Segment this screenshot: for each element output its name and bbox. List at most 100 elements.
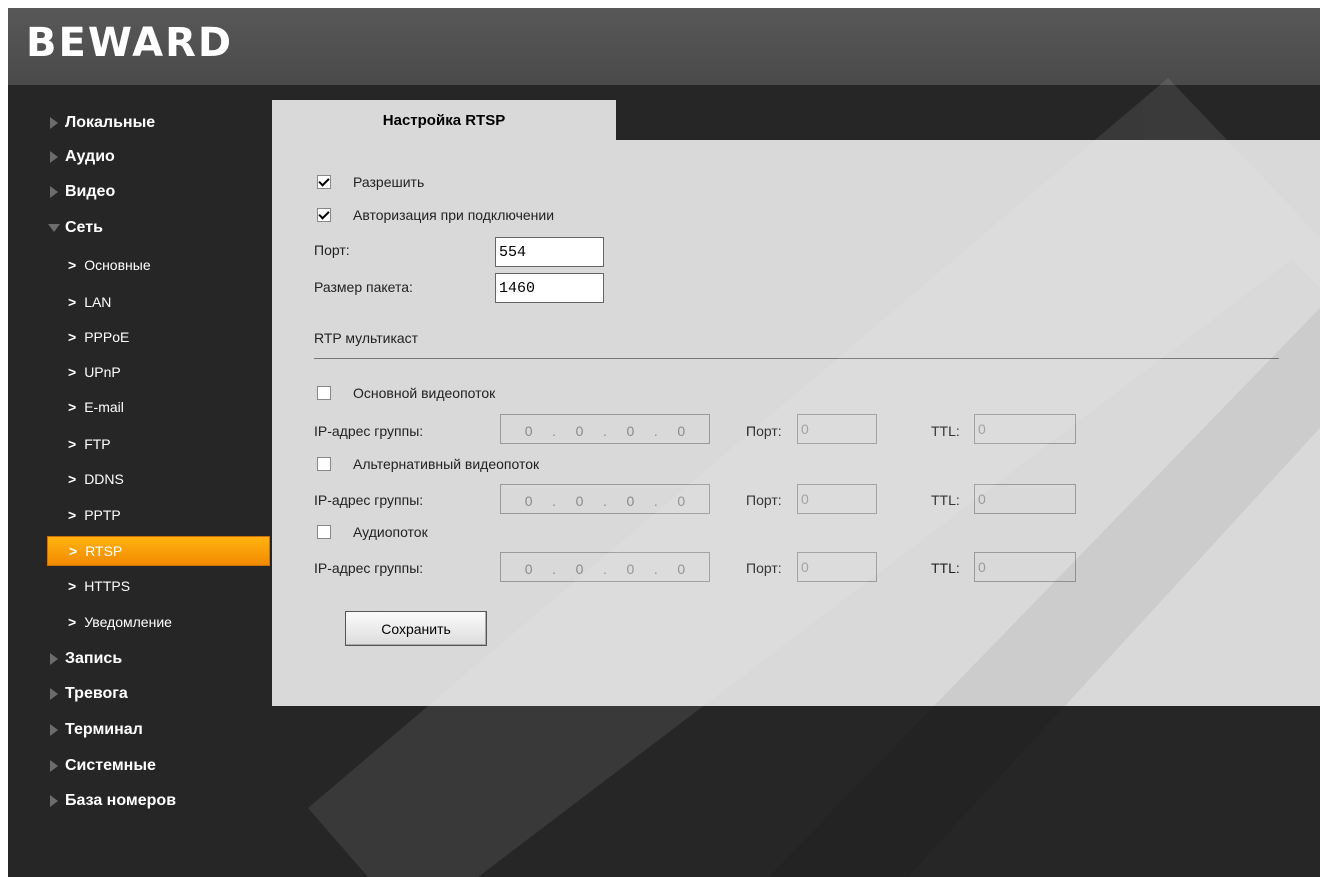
- ip-octet: 0: [677, 423, 686, 439]
- audio-stream-label: Аудиопоток: [353, 524, 428, 540]
- sidebar-item-number-base[interactable]: База номеров: [48, 786, 272, 816]
- ip-group-label: IP-адрес группы:: [314, 423, 424, 439]
- chevron-right-icon: >: [68, 399, 77, 415]
- audio-stream-port-input[interactable]: 0: [797, 552, 877, 582]
- sidebar-item-alarm[interactable]: Тревога: [48, 679, 272, 709]
- chevron-right-icon: >: [68, 436, 77, 452]
- sidebar-item-terminal[interactable]: Терминал: [48, 715, 272, 745]
- ip-dot: .: [603, 493, 607, 509]
- chevron-right-icon: >: [68, 329, 77, 345]
- ip-octet: 0: [524, 493, 533, 509]
- triangle-right-icon: [50, 760, 58, 772]
- main-stream-checkbox[interactable]: [317, 386, 331, 400]
- app-window: BEWARD Настройка RTSP Локальные Аудио Ви…: [8, 8, 1320, 877]
- ip-octet: 0: [524, 423, 533, 439]
- auth-checkbox-row[interactable]: Авторизация при подключении: [317, 207, 554, 223]
- enable-checkbox[interactable]: [317, 175, 331, 189]
- multicast-port-label: Порт:: [746, 560, 782, 576]
- ip-octet: 0: [626, 561, 635, 577]
- alt-stream-label: Альтернативный видеопоток: [353, 456, 540, 472]
- ip-dot: .: [603, 561, 607, 577]
- packet-size-input[interactable]: 1460: [495, 273, 604, 303]
- chevron-right-icon: >: [68, 471, 77, 487]
- alt-stream-ttl-input[interactable]: 0: [974, 484, 1076, 514]
- audio-stream-checkbox[interactable]: [317, 525, 331, 539]
- alt-stream-port-input[interactable]: 0: [797, 484, 877, 514]
- sidebar-item-network-ftp[interactable]: > FTP: [68, 429, 270, 459]
- triangle-right-icon: [50, 795, 58, 807]
- sidebar-item-network-basic[interactable]: > Основные: [68, 250, 270, 280]
- sidebar-item-label: Видео: [65, 183, 116, 200]
- enable-checkbox-row[interactable]: Разрешить: [317, 174, 424, 190]
- ip-dot: .: [552, 493, 557, 509]
- sidebar-item-label: RTSP: [85, 543, 123, 559]
- header-bar: BEWARD: [8, 8, 1320, 85]
- audio-stream-ttl-input[interactable]: 0: [974, 552, 1076, 582]
- sidebar-item-system[interactable]: Системные: [48, 751, 272, 781]
- ip-group-label: IP-адрес группы:: [314, 492, 424, 508]
- ip-dot: .: [552, 423, 557, 439]
- alt-stream-checkbox[interactable]: [317, 457, 331, 471]
- sidebar-item-label: Аудио: [65, 148, 115, 165]
- ip-dot: .: [653, 561, 658, 577]
- rtsp-port-input[interactable]: 554: [495, 237, 604, 267]
- alt-stream-ip-input[interactable]: 0. 0. 0. 0: [500, 484, 710, 514]
- ip-octet: 0: [677, 561, 686, 577]
- sidebar-item-network-lan[interactable]: > LAN: [68, 287, 270, 317]
- ip-dot: .: [603, 423, 607, 439]
- main-stream-port-input[interactable]: 0: [797, 414, 877, 444]
- sidebar-item-network-upnp[interactable]: > UPnP: [68, 357, 270, 387]
- enable-label: Разрешить: [353, 174, 425, 190]
- sidebar-item-label: Тревога: [65, 685, 128, 702]
- ip-octet: 0: [575, 493, 584, 509]
- sidebar-item-label: UPnP: [84, 364, 121, 380]
- sidebar-item-label: FTP: [84, 436, 111, 452]
- triangle-right-icon: [50, 653, 58, 665]
- ip-octet: 0: [524, 561, 533, 577]
- ip-dot: .: [653, 493, 658, 509]
- sidebar-item-network-notification[interactable]: > Уведомление: [68, 607, 270, 637]
- sidebar-item-network-ddns[interactable]: > DDNS: [68, 464, 270, 494]
- main-stream-ttl-input[interactable]: 0: [974, 414, 1076, 444]
- auth-label: Авторизация при подключении: [353, 207, 555, 223]
- sidebar-item-network-pppoe[interactable]: > PPPoE: [68, 322, 270, 352]
- sidebar-item-label: Уведомление: [84, 614, 172, 630]
- ip-octet: 0: [626, 493, 635, 509]
- ip-octet: 0: [575, 561, 584, 577]
- sidebar-item-label: Сеть: [65, 219, 103, 236]
- ttl-label: TTL:: [931, 560, 960, 576]
- sidebar-item-label: Запись: [65, 650, 123, 667]
- tab-rtsp-settings[interactable]: Настройка RTSP: [272, 100, 616, 140]
- sidebar-item-network[interactable]: Сеть: [48, 213, 272, 243]
- sidebar-item-video[interactable]: Видео: [48, 177, 272, 207]
- ip-dot: .: [552, 561, 557, 577]
- main-stream-label: Основной видеопоток: [353, 385, 496, 401]
- chevron-right-icon: >: [68, 257, 77, 273]
- sidebar-item-label: База номеров: [65, 792, 177, 809]
- sidebar-item-network-https[interactable]: > HTTPS: [68, 571, 270, 601]
- chevron-right-icon: >: [68, 294, 77, 310]
- sidebar-item-network-email[interactable]: > E-mail: [68, 392, 270, 422]
- sidebar-item-record[interactable]: Запись: [48, 644, 272, 674]
- sidebar-item-label: PPPoE: [84, 329, 130, 345]
- main-stream-checkbox-row[interactable]: Основной видеопоток: [317, 385, 495, 401]
- alt-stream-checkbox-row[interactable]: Альтернативный видеопоток: [317, 456, 539, 472]
- multicast-section-title: RTP мультикаст: [314, 330, 419, 346]
- sidebar-item-network-pptp[interactable]: > PPTP: [68, 500, 270, 530]
- packet-size-label: Размер пакета:: [314, 279, 413, 295]
- ip-octet: 0: [677, 493, 686, 509]
- ip-group-label: IP-адрес группы:: [314, 560, 424, 576]
- ttl-label: TTL:: [931, 492, 960, 508]
- triangle-right-icon: [50, 117, 58, 129]
- main-stream-ip-input[interactable]: 0. 0. 0. 0: [500, 414, 710, 444]
- audio-stream-checkbox-row[interactable]: Аудиопоток: [317, 524, 428, 540]
- sidebar-item-network-rtsp[interactable]: > RTSP: [47, 536, 270, 566]
- multicast-port-label: Порт:: [746, 492, 782, 508]
- save-button[interactable]: Сохранить: [345, 611, 487, 646]
- auth-checkbox[interactable]: [317, 208, 331, 222]
- chevron-right-icon: >: [68, 614, 77, 630]
- sidebar-item-local[interactable]: Локальные: [48, 108, 272, 138]
- audio-stream-ip-input[interactable]: 0. 0. 0. 0: [500, 552, 710, 582]
- multicast-port-label: Порт:: [746, 423, 782, 439]
- sidebar-item-audio[interactable]: Аудио: [48, 142, 272, 172]
